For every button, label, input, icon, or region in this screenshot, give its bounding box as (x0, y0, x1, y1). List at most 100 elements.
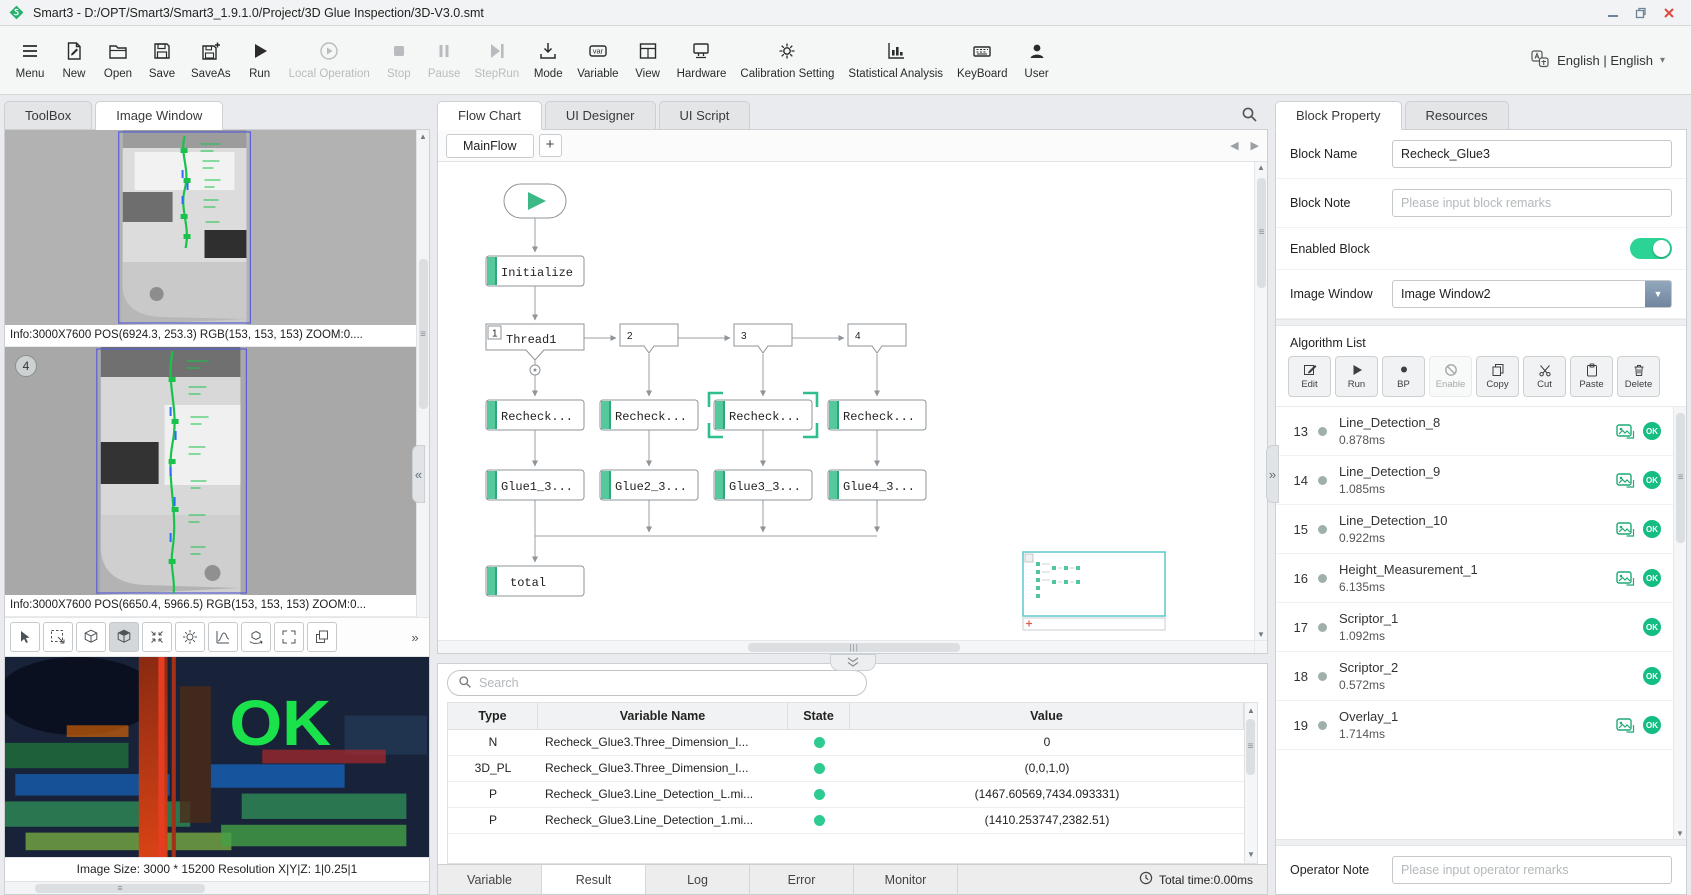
table-vertical-scrollbar[interactable]: ▲ ≡ ▼ (1245, 702, 1258, 864)
tab-monitor[interactable]: Monitor (854, 865, 958, 894)
left-horizontal-scrollbar[interactable]: ≡ (5, 881, 429, 894)
flow-node-recheck1[interactable]: Recheck... (486, 400, 584, 430)
view-button[interactable]: View (626, 30, 670, 90)
scroll-down-arrow[interactable]: ▼ (1245, 848, 1257, 862)
flow-node-thread3[interactable]: 3 (734, 324, 792, 353)
flow-node-thread1[interactable]: 1 Thread1 (486, 324, 584, 360)
local-operation-button[interactable]: Local Operation (282, 30, 377, 90)
flow-node-total[interactable]: total (486, 566, 584, 596)
flow-node-start[interactable] (504, 184, 566, 218)
close-button[interactable] (1663, 7, 1675, 19)
table-row[interactable]: P Recheck_Glue3.Line_Detection_1.mi... (… (448, 808, 1244, 834)
point-cloud-view[interactable]: OK (5, 657, 429, 857)
copy-button[interactable]: Copy (1476, 356, 1519, 397)
image-preview-1[interactable] (5, 130, 416, 325)
layers-button[interactable] (307, 622, 337, 652)
tab-scroll-left-icon[interactable]: ◀ (1230, 139, 1238, 152)
flow-node-recheck4[interactable]: Recheck... (828, 400, 926, 430)
scroll-up-arrow[interactable]: ▲ (417, 130, 429, 144)
scrollbar-thumb[interactable]: ≡ (1246, 719, 1255, 775)
flow-node-recheck3-selected[interactable]: Recheck... (709, 393, 817, 437)
scrollbar-thumb[interactable]: ≡ (35, 884, 205, 893)
operator-note-input[interactable] (1392, 856, 1672, 884)
step-run-button[interactable]: StepRun (467, 30, 526, 90)
tab-image-window[interactable]: Image Window (95, 101, 223, 130)
calibration-setting-button[interactable]: Calibration Setting (733, 30, 841, 90)
flow-node-glue4[interactable]: Glue4_3... (828, 470, 926, 500)
algorithm-row[interactable]: 13 Line_Detection_8 0.878ms (1276, 407, 1673, 456)
open-button[interactable]: Open (96, 30, 140, 90)
statistical-analysis-button[interactable]: Statistical Analysis (841, 30, 950, 90)
breakpoint-button[interactable]: BP (1382, 356, 1425, 397)
scrollbar-thumb[interactable]: ≡ (1676, 413, 1685, 543)
rotate-view-button[interactable] (241, 622, 271, 652)
scroll-down-arrow[interactable]: ▼ (1674, 829, 1686, 838)
algorithm-row[interactable]: 16 Height_Measurement_1 6.135ms (1276, 554, 1673, 603)
column-value[interactable]: Value (850, 703, 1244, 729)
cube-wireframe-button[interactable] (76, 622, 106, 652)
image-preview-2[interactable]: 4 (5, 347, 416, 595)
flow-node-initialize[interactable]: Initialize (486, 256, 584, 286)
tab-mainflow[interactable]: MainFlow (446, 134, 534, 158)
flow-node-glue3[interactable]: Glue3_3... (714, 470, 812, 500)
image-overlay-icon[interactable] (1616, 423, 1635, 440)
algorithm-scrollbar[interactable]: ≡ ▼ (1673, 407, 1686, 839)
save-button[interactable]: Save (140, 30, 184, 90)
tab-result[interactable]: Result (542, 865, 646, 894)
collapse-right-panel-button[interactable]: » (1266, 445, 1279, 503)
search-icon[interactable] (1241, 106, 1258, 123)
enabled-block-toggle[interactable] (1630, 238, 1672, 259)
tab-ui-designer[interactable]: UI Designer (545, 101, 656, 130)
paste-button[interactable]: Paste (1570, 356, 1613, 397)
roi-select-button[interactable] (43, 622, 73, 652)
algorithm-row[interactable]: 19 Overlay_1 1.714ms (1276, 701, 1673, 750)
run-button[interactable]: Run (238, 30, 282, 90)
scrollbar-thumb[interactable]: ||| (748, 643, 960, 652)
user-button[interactable]: User (1015, 30, 1059, 90)
tab-flow-chart[interactable]: Flow Chart (437, 101, 542, 130)
image-overlay-icon[interactable] (1616, 472, 1635, 489)
tab-block-property[interactable]: Block Property (1275, 101, 1402, 130)
collapse-left-panel-button[interactable]: « (412, 445, 425, 503)
cube-solid-button[interactable] (109, 622, 139, 652)
algorithm-row[interactable]: 18 Scriptor_2 0.572ms (1276, 652, 1673, 701)
flow-minimap[interactable] (1023, 552, 1165, 630)
variable-button[interactable]: var Variable (570, 30, 625, 90)
tab-error[interactable]: Error (750, 865, 854, 894)
delete-button[interactable]: Delete (1617, 356, 1660, 397)
table-row[interactable]: 3D_PL Recheck_Glue3.Three_Dimension_I...… (448, 756, 1244, 782)
menu-button[interactable]: Menu (8, 30, 52, 90)
search-input[interactable] (479, 676, 856, 690)
scroll-up-arrow[interactable]: ▲ (1255, 163, 1267, 172)
tab-resources[interactable]: Resources (1405, 101, 1509, 130)
expand-view-button[interactable] (274, 622, 304, 652)
table-row[interactable]: N Recheck_Glue3.Three_Dimension_I... 0 (448, 730, 1244, 756)
algorithm-row[interactable]: 14 Line_Detection_9 1.085ms (1276, 456, 1673, 505)
more-tools-button[interactable]: » (406, 622, 424, 652)
add-flow-button[interactable]: + (539, 134, 562, 157)
tab-variable[interactable]: Variable (438, 865, 542, 894)
enable-button[interactable]: Enable (1429, 356, 1472, 397)
flow-node-recheck2[interactable]: Recheck... (600, 400, 698, 430)
image-overlay-icon[interactable] (1616, 570, 1635, 587)
image-overlay-icon[interactable] (1616, 717, 1635, 734)
scroll-down-arrow[interactable]: ▼ (1255, 630, 1267, 639)
collapse-panel-button[interactable] (830, 654, 876, 671)
column-variable-name[interactable]: Variable Name (538, 703, 788, 729)
mode-button[interactable]: Mode (526, 30, 570, 90)
algorithm-row[interactable]: 15 Line_Detection_10 0.922ms (1276, 505, 1673, 554)
brightness-button[interactable] (175, 622, 205, 652)
flow-horizontal-scrollbar[interactable]: ||| (438, 641, 1254, 653)
block-note-input[interactable] (1392, 189, 1672, 217)
tab-log[interactable]: Log (646, 865, 750, 894)
pause-button[interactable]: Pause (421, 30, 468, 90)
column-type[interactable]: Type (448, 703, 538, 729)
flow-node-thread2[interactable]: 2 (620, 324, 678, 353)
new-button[interactable]: New (52, 30, 96, 90)
block-name-input[interactable] (1392, 140, 1672, 168)
fit-screen-button[interactable] (142, 622, 172, 652)
table-row[interactable]: P Recheck_Glue3.Line_Detection_L.mi... (… (448, 782, 1244, 808)
tab-ui-script[interactable]: UI Script (659, 101, 751, 130)
image-window-select[interactable]: Image Window2 ▼ (1392, 280, 1672, 308)
stop-button[interactable]: Stop (377, 30, 421, 90)
